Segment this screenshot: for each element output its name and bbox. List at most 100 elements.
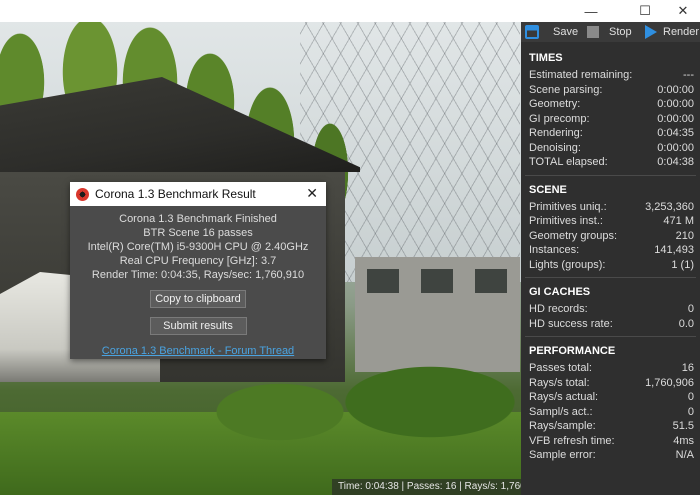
scene-list: Primitives uniq.: 3,253,360 Primitives in… — [521, 200, 700, 273]
save-button[interactable]: Save — [525, 22, 578, 42]
stat-label: Geometry groups: — [529, 229, 618, 242]
stat-value: 0 — [687, 303, 694, 316]
stat-value: 16 — [681, 362, 694, 375]
render-status-text: Time: 0:04:38 | Passes: 16 | Rays/s: 1,7… — [332, 479, 521, 495]
scene-section-title: SCENE — [529, 183, 567, 196]
building-window — [475, 269, 507, 293]
stat-row: Estimated remaining: --- — [521, 68, 700, 83]
stat-value: 0:00:00 — [657, 98, 694, 111]
save-icon — [525, 25, 539, 39]
stat-row: Denoising: 0:00:00 — [521, 141, 700, 156]
stat-label: Estimated remaining: — [529, 69, 633, 82]
stat-value: 0:00:00 — [657, 141, 694, 154]
render-button[interactable]: Render — [645, 22, 699, 42]
stat-value: 0:04:35 — [657, 127, 694, 140]
copy-to-clipboard-button[interactable]: Copy to clipboard — [150, 290, 246, 308]
result-scene: BTR Scene 16 passes — [143, 227, 253, 239]
submit-results-button[interactable]: Submit results — [149, 317, 247, 335]
stat-label: GI precomp: — [529, 112, 590, 125]
stat-value: 0 — [687, 405, 694, 418]
result-heading: Corona 1.3 Benchmark Finished — [119, 213, 277, 225]
stat-value: 0:00:00 — [657, 112, 694, 125]
stat-value: 1,760,906 — [645, 376, 694, 389]
stat-value: 1 (1) — [671, 258, 694, 271]
stat-value: --- — [683, 69, 694, 82]
stat-row: Rays/s total: 1,760,906 — [521, 376, 700, 391]
stat-row: Sampl/s act.: 0 — [521, 405, 700, 420]
stat-row: Instances: 141,493 — [521, 243, 700, 258]
dialog-close-button[interactable]: ✕ — [306, 185, 318, 202]
stat-label: Rays/sample: — [529, 420, 596, 433]
stat-label: HD success rate: — [529, 317, 613, 330]
stat-value: 0:00:00 — [657, 83, 694, 96]
stat-value: 210 — [675, 229, 694, 242]
render-bushes — [200, 352, 521, 452]
stat-value: N/A — [675, 449, 694, 462]
stat-row: HD success rate: 0.0 — [521, 317, 700, 332]
maximize-button[interactable]: ☐ — [627, 0, 663, 22]
stat-label: Denoising: — [529, 141, 581, 154]
render-play-icon — [645, 25, 657, 39]
stat-label: Rendering: — [529, 127, 583, 140]
stat-row: Rays/s actual: 0 — [521, 390, 700, 405]
stat-row: Scene parsing: 0:00:00 — [521, 83, 700, 98]
stat-row: Rendering: 0:04:35 — [521, 126, 700, 141]
stat-label: Instances: — [529, 244, 580, 257]
forum-thread-link[interactable]: Corona 1.3 Benchmark - Forum Thread — [70, 344, 326, 358]
building-window — [421, 269, 453, 293]
stat-label: Primitives inst.: — [529, 215, 603, 228]
close-window-button[interactable]: ✕ — [665, 0, 700, 22]
stat-row: TOTAL elapsed: 0:04:38 — [521, 155, 700, 170]
stat-row: GI precomp: 0:00:00 — [521, 112, 700, 127]
stat-label: Primitives uniq.: — [529, 200, 607, 213]
stat-row: VFB refresh time: 4ms — [521, 434, 700, 449]
corona-logo-icon — [76, 187, 89, 201]
stat-row: Sample error: N/A — [521, 448, 700, 463]
stat-value: 0 — [687, 391, 694, 404]
stat-label: Scene parsing: — [529, 83, 603, 96]
stat-label: Rays/s actual: — [529, 391, 599, 404]
stat-row: Primitives uniq.: 3,253,360 — [521, 200, 700, 215]
stat-row: Rays/sample: 51.5 — [521, 419, 700, 434]
performance-section-title: PERFORMANCE — [529, 345, 616, 357]
stat-row: Geometry: 0:00:00 — [521, 97, 700, 112]
result-render-time: Render Time: 0:04:35, Rays/sec: 1,760,91… — [91, 269, 305, 281]
result-frequency: Real CPU Frequency [GHz]: 3.7 — [119, 255, 277, 267]
stat-value: 3,253,360 — [645, 200, 694, 213]
dialog-title: Corona 1.3 Benchmark Result — [95, 187, 256, 201]
stat-label: VFB refresh time: — [529, 434, 615, 447]
stat-value: 4ms — [673, 434, 694, 447]
benchmark-result-dialog: Corona 1.3 Benchmark Result ✕ Corona 1.3… — [70, 182, 326, 359]
stat-label: Rays/s total: — [529, 376, 590, 389]
dialog-body: Corona 1.3 Benchmark Finished BTR Scene … — [70, 206, 326, 358]
stat-label: TOTAL elapsed: — [529, 156, 608, 169]
vfb-toolbar: Save Stop Render — [521, 22, 700, 42]
stat-value: 0.0 — [678, 317, 694, 330]
stop-button[interactable]: Stop — [587, 22, 632, 42]
stop-label: Stop — [609, 26, 632, 38]
stat-row: Lights (groups): 1 (1) — [521, 258, 700, 273]
stat-value: 51.5 — [672, 420, 694, 433]
performance-list: Passes total: 16 Rays/s total: 1,760,906 R… — [521, 361, 700, 463]
stat-label: Geometry: — [529, 98, 581, 111]
stat-value: 471 M — [663, 215, 694, 228]
save-label: Save — [553, 26, 579, 38]
minimize-button[interactable]: — — [573, 0, 609, 22]
dialog-titlebar: Corona 1.3 Benchmark Result ✕ — [70, 182, 326, 206]
stat-label: Sampl/s act.: — [529, 405, 593, 418]
render-label: Render — [663, 26, 700, 38]
building-window — [367, 269, 399, 293]
stat-row: Passes total: 16 — [521, 361, 700, 376]
stat-label: Passes total: — [529, 362, 592, 375]
times-section-title: TIMES — [529, 52, 563, 64]
stat-label: Lights (groups): — [529, 258, 606, 271]
stat-value: 0:04:38 — [657, 156, 694, 169]
close-icon: ✕ — [677, 3, 689, 18]
window-titlebar: — ☐ ✕ — [0, 0, 700, 22]
minimize-icon: — — [584, 3, 598, 19]
gi-caches-list: HD records: 0 HD success rate: 0.0 — [521, 302, 700, 331]
stats-panel: Save Stop Render TIMES Estimated remaini… — [521, 22, 700, 495]
stat-value: 141,493 — [654, 244, 694, 257]
stat-row: HD records: 0 — [521, 302, 700, 317]
stat-row: Primitives inst.: 471 M — [521, 214, 700, 229]
